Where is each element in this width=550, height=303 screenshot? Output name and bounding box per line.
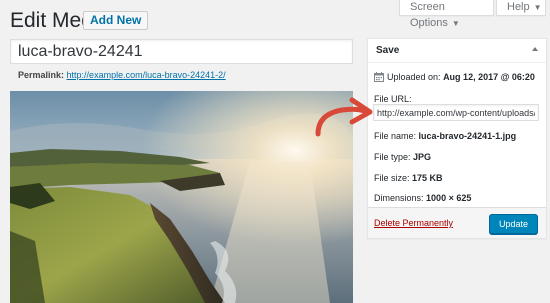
- permalink-row: Permalink: http://example.com/luca-bravo…: [18, 70, 226, 80]
- collapse-arrow-icon[interactable]: [532, 47, 538, 51]
- uploaded-on-row: Uploaded on: Aug 12, 2017 @ 06:20: [374, 72, 535, 82]
- file-type-value: JPG: [413, 152, 432, 162]
- save-metabox-title: Save: [376, 45, 400, 56]
- file-size-value: 175 KB: [412, 173, 443, 183]
- file-size-row: File size: 175 KB: [374, 173, 443, 183]
- file-name-row: File name: luca-bravo-24241-1.jpg: [374, 131, 516, 141]
- file-url-label: File URL:: [374, 94, 412, 104]
- screen-options-label: Screen Options: [410, 1, 448, 29]
- caret-down-icon: ▼: [533, 3, 542, 12]
- media-title-input[interactable]: [10, 39, 353, 64]
- file-size-label: File size:: [374, 173, 410, 183]
- update-button[interactable]: Update: [488, 214, 538, 234]
- help-button[interactable]: Help ▼: [496, 0, 546, 16]
- calendar-icon: [374, 72, 384, 82]
- file-name-value: luca-bravo-24241-1.jpg: [418, 131, 517, 141]
- dimensions-value: 1000 × 625: [426, 193, 472, 203]
- caret-down-icon: ▼: [451, 19, 460, 28]
- dimensions-label: Dimensions:: [374, 193, 424, 203]
- file-type-label: File type:: [374, 152, 411, 162]
- delete-permanently-link[interactable]: Delete Permanently: [374, 218, 453, 228]
- uploaded-on-label: Uploaded on:: [387, 72, 441, 82]
- uploaded-on-value: Aug 12, 2017 @ 06:20: [443, 72, 535, 82]
- permalink-link[interactable]: http://example.com/luca-bravo-24241-2/: [67, 70, 226, 80]
- save-metabox-actions: Delete Permanently Update: [368, 207, 546, 238]
- file-type-row: File type: JPG: [374, 152, 431, 162]
- add-new-button[interactable]: Add New: [83, 11, 149, 30]
- save-metabox: Save Uploaded on: Aug 12, 2017 @ 06:20 F…: [367, 38, 547, 239]
- help-label: Help: [507, 1, 530, 13]
- dimensions-row: Dimensions: 1000 × 625: [374, 193, 471, 203]
- media-preview-image: [10, 91, 353, 303]
- permalink-label: Permalink:: [18, 70, 65, 80]
- file-url-input[interactable]: [373, 104, 539, 121]
- save-metabox-header[interactable]: Save: [368, 39, 546, 63]
- file-name-label: File name:: [374, 131, 417, 141]
- screen-options-button[interactable]: Screen Options ▼: [399, 0, 494, 29]
